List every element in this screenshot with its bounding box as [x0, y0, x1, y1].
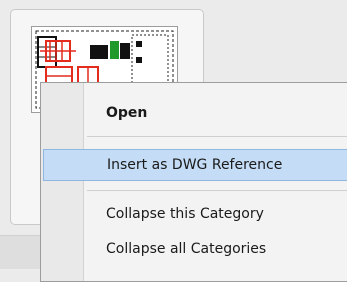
- menu-item-insert-dwg-reference[interactable]: Insert as DWG Reference: [43, 149, 347, 181]
- menu-item-collapse-category[interactable]: Collapse this Category: [41, 198, 347, 230]
- context-menu: Open Insert as DWG Reference Collapse th…: [40, 82, 347, 282]
- menu-separator: [87, 136, 347, 137]
- menu-separator: [87, 190, 347, 191]
- menu-item-collapse-category-label: Collapse this Category: [106, 206, 264, 222]
- menu-item-collapse-all-categories[interactable]: Collapse all Categories: [41, 233, 347, 265]
- menu-item-open[interactable]: Open: [41, 97, 347, 129]
- menu-item-open-label: Open: [106, 105, 148, 121]
- menu-item-insert-dwg-reference-label: Insert as DWG Reference: [107, 157, 283, 173]
- menu-item-collapse-all-categories-label: Collapse all Categories: [106, 241, 267, 257]
